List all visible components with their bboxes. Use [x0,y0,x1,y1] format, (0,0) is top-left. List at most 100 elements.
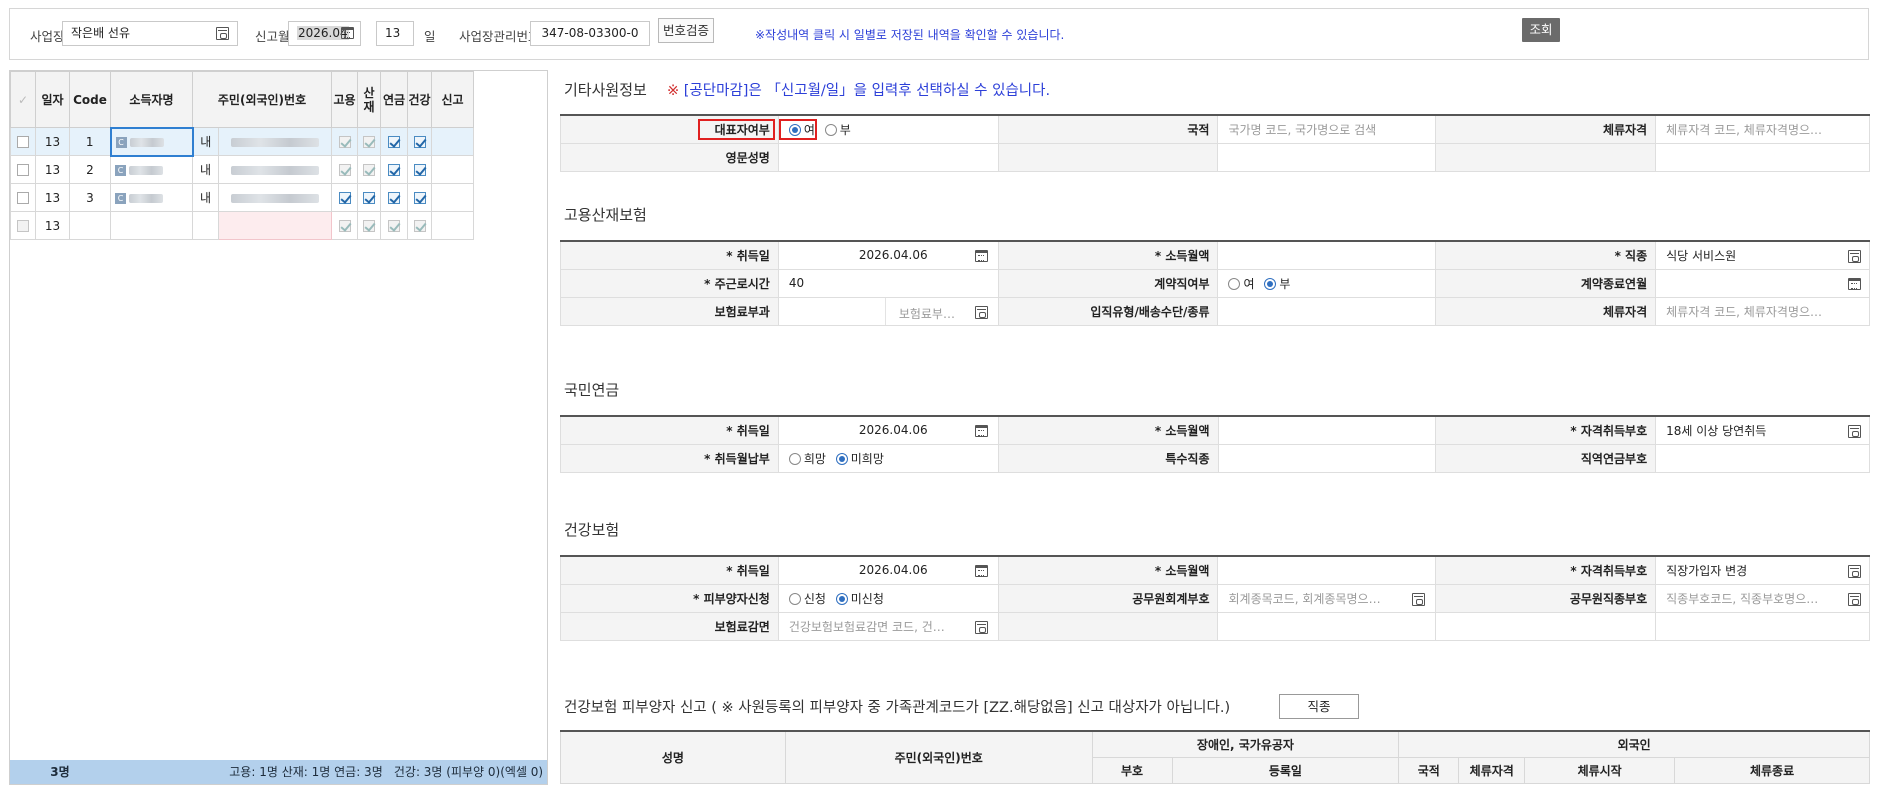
contract-yes-option[interactable]: 여 [1228,275,1255,292]
dep-apply-yes-option[interactable]: 신청 [788,590,826,607]
contract-end-field[interactable] [1655,268,1870,298]
row-type[interactable] [192,211,219,240]
pension-checkbox[interactable] [388,136,400,148]
pen-pay-yes-option[interactable]: 희망 [788,450,826,467]
pen-income-field[interactable] [1217,415,1437,445]
dep-col-reg-date: 등록일 [1171,756,1400,784]
report-month-field[interactable]: 2026.04 [288,21,361,46]
eng-name-field[interactable] [777,142,999,172]
industrial-checkbox[interactable] [363,192,375,204]
weekly-hours-field[interactable]: 40 [777,268,999,298]
pen-pay-yes-radio[interactable] [788,453,801,465]
row-report [431,211,474,240]
popup-search-icon[interactable] [974,620,988,634]
row-checkbox[interactable] [17,192,29,204]
popup-search-icon[interactable] [974,305,988,319]
calendar-icon[interactable] [974,250,988,262]
acct-code-field[interactable]: 회계종목코드, 회계종목명으… [1217,583,1437,613]
search-button[interactable]: 조회 [1522,18,1560,42]
dependent-job-button[interactable]: 직종 [1279,694,1359,719]
emp-job-field[interactable]: 식당 서비스원 [1655,240,1870,270]
workplace-field[interactable]: 작은배 선유 [62,21,238,46]
dep-apply-yes-radio[interactable] [788,593,801,605]
verify-number-button[interactable]: 번호검증 [658,18,714,43]
employment-checkbox[interactable] [338,192,351,204]
day-unit: 일 [424,29,436,44]
calendar-icon[interactable] [974,425,988,437]
dep-apply-no-radio[interactable] [835,593,848,605]
table-row[interactable]: 13 3 C 내 [10,183,474,212]
row-name[interactable]: C [109,126,194,157]
industrial-checkbox[interactable] [363,136,375,148]
contract-radio-group[interactable]: 여 부 [1217,268,1437,298]
row-name[interactable]: C [110,183,193,212]
dep-apply-no-option[interactable]: 미신청 [835,590,884,607]
occ-pension-field[interactable] [1655,443,1870,473]
entry-type-field[interactable] [1217,296,1437,326]
row-checkbox[interactable] [17,164,29,176]
calendar-icon[interactable] [1848,277,1861,290]
row-code[interactable] [69,211,111,240]
employment-checkbox[interactable] [338,220,351,232]
pen-pay-radio-group[interactable]: 희망 미희망 [777,443,999,473]
popup-search-icon[interactable] [1848,425,1861,438]
contract-no-option[interactable]: 부 [1264,275,1290,292]
health-checkbox[interactable] [413,220,426,232]
stay-field[interactable]: 체류자격 코드, 체류자격명으… [1655,114,1870,144]
reduce-field[interactable]: 건강보험보험료감면 코드, 건… [777,611,999,641]
employment-checkbox[interactable] [338,164,351,176]
pension-checkbox[interactable] [388,220,400,232]
pen-acq-date-field[interactable]: 2026.04.06 [777,415,999,445]
pen-pay-no-option[interactable]: 미희망 [835,450,884,467]
hl-qual-label: * 자격취득부호 [1435,555,1657,585]
table-row[interactable]: 13 [10,211,474,240]
mgmt-no-field[interactable]: 347-08-03300-0 [530,21,650,46]
popup-search-icon[interactable] [1848,592,1861,606]
popup-search-icon[interactable] [1848,250,1861,263]
rep-no-option[interactable]: 부 [824,121,851,138]
contract-no-radio[interactable] [1264,278,1277,290]
pen-qual-field[interactable]: 18세 이상 당연취득 [1655,415,1870,445]
popup-search-icon[interactable] [1412,592,1426,606]
rank-code-field[interactable]: 직종부호코드, 직종부호명으… [1655,583,1870,613]
hl-acq-date-field[interactable]: 2026.04.06 [777,555,999,585]
employment-checkbox[interactable] [338,136,351,148]
pension-checkbox[interactable] [388,164,400,176]
calendar-icon[interactable] [341,27,354,39]
row-name[interactable]: C [110,155,193,184]
table-row[interactable]: 13 2 C 내 [10,155,474,184]
pen-pay-no-radio[interactable] [835,453,848,465]
row-name[interactable] [110,211,193,240]
special-job-field[interactable] [1217,443,1437,473]
health-checkbox[interactable] [413,192,426,204]
select-all-header[interactable]: ✓ [10,71,36,128]
popup-search-icon[interactable] [216,27,229,40]
industrial-checkbox[interactable] [363,164,375,176]
health-checkbox[interactable] [413,136,426,148]
industrial-checkbox[interactable] [363,220,375,232]
emp-stay-field[interactable]: 체류자격 코드, 체류자격명으… [1655,296,1870,326]
masked-id [231,137,319,147]
hl-income-field[interactable] [1217,555,1437,585]
row-id [218,155,332,184]
col-report: 신고 [431,71,474,128]
contract-yes-label: 여 [1243,276,1255,291]
premium-field[interactable]: 보험료부… [777,296,999,326]
row-checkbox[interactable] [17,220,29,232]
health-checkbox[interactable] [413,164,426,176]
contract-yes-radio[interactable] [1228,278,1241,290]
row-checkbox[interactable] [17,136,29,148]
calendar-icon[interactable] [974,565,988,577]
rep-no-radio[interactable] [824,124,837,137]
hl-qual-field[interactable]: 직장가입자 변경 [1655,555,1870,585]
pension-checkbox[interactable] [388,192,400,204]
nationality-field[interactable]: 국가명 코드, 국가명으로 검색 [1217,114,1437,144]
emp-acq-date-field[interactable]: 2026.04.06 [777,240,999,270]
day-field[interactable]: 13 [376,21,414,46]
row-id-input[interactable] [218,211,332,240]
pen-qual-value: 18세 이상 당연취득 [1666,423,1767,438]
emp-income-field[interactable] [1217,240,1437,270]
dep-apply-radio-group[interactable]: 신청 미신청 [777,583,999,613]
table-row[interactable]: 13 1 C 내 [10,126,474,157]
popup-search-icon[interactable] [1848,565,1861,578]
